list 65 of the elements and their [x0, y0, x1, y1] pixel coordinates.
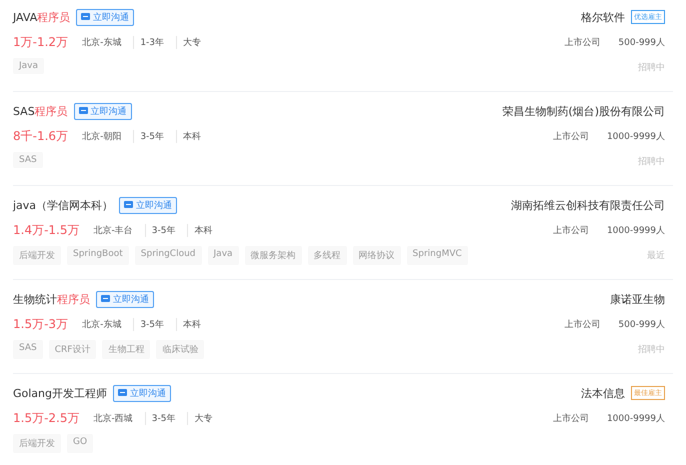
job-requirement: 本科: [176, 130, 208, 142]
job-requirement: 北京-东城: [82, 36, 122, 48]
job-status: 最近: [647, 250, 665, 263]
chat-icon: [118, 389, 128, 397]
job-requirement: 大专: [176, 36, 208, 48]
job-requirement: 北京-东城: [82, 318, 122, 330]
job-title[interactable]: SAS程序员: [13, 104, 68, 118]
job-title[interactable]: java（学信网本科）: [13, 198, 114, 212]
salary: 1.5万-3万: [13, 316, 68, 332]
salary: 1.4万-1.5万: [13, 222, 80, 238]
salary: 1万-1.2万: [13, 34, 68, 50]
company-info: 500-999人: [617, 318, 665, 330]
skill-tag: Java: [13, 58, 44, 74]
skill-tag: 临床试验: [156, 340, 204, 359]
company-name[interactable]: 湖南拓维云创科技有限责任公司: [511, 198, 665, 212]
job-requirement: 大专: [187, 412, 218, 424]
job-requirement: 3-5年: [144, 412, 182, 424]
job-title[interactable]: 生物统计程序员: [13, 292, 90, 306]
skill-tag: 生物工程: [102, 340, 150, 359]
skill-tag: Java: [208, 246, 239, 265]
skill-tag: 网络协议: [352, 246, 401, 265]
skill-tag: CRF设计: [48, 340, 96, 359]
company-info: 上市公司: [552, 130, 589, 142]
job-requirement: 3-5年: [133, 318, 170, 330]
skill-tag: SAS: [13, 152, 43, 168]
skill-tag: GO: [67, 434, 94, 453]
company-info: 上市公司: [552, 224, 589, 236]
chat-icon: [101, 295, 110, 303]
skill-tag: SAS: [13, 340, 43, 359]
skill-tag: 多线程: [308, 246, 347, 265]
job-status: 招聘中: [638, 156, 665, 169]
chat-icon: [124, 201, 134, 209]
skill-tag: 微服务架构: [244, 246, 302, 265]
job-requirement: 北京-丰台: [94, 224, 134, 236]
company-info: 1000-9999人: [606, 412, 665, 424]
salary: 8千-1.6万: [13, 128, 68, 144]
company-info: 上市公司: [552, 412, 589, 424]
company-name[interactable]: 格尔软件: [581, 10, 625, 24]
skill-tag: SpringCloud: [134, 246, 202, 265]
job-status: 招聘中: [638, 344, 665, 357]
skill-tag: SpringBoot: [67, 246, 129, 265]
job-requirement: 北京-西城: [94, 412, 134, 424]
company-info: 1000-9999人: [606, 224, 665, 236]
job-requirement: 本科: [176, 318, 208, 330]
company-name[interactable]: 康诺亚生物: [610, 292, 665, 306]
job-requirement: 3-5年: [144, 224, 182, 236]
chat-icon: [81, 13, 90, 21]
skill-tag: 后端开发: [13, 246, 61, 265]
job-title[interactable]: Golang开发工程师: [13, 386, 108, 400]
chat-icon: [78, 107, 88, 115]
job-requirement: 北京-朝阳: [82, 130, 122, 142]
job-title[interactable]: JAVA程序员: [13, 10, 70, 24]
job-requirement: 本科: [187, 224, 218, 236]
company-info: 上市公司: [563, 36, 600, 48]
company-info: 上市公司: [563, 318, 600, 330]
skill-tag: SpringMVC: [406, 246, 468, 265]
job-requirement: 1-3年: [133, 36, 170, 48]
company-name[interactable]: 法本信息: [581, 386, 625, 400]
salary: 1.5万-2.5万: [13, 410, 80, 426]
company-info: 1000-9999人: [606, 130, 665, 142]
company-info: 500-999人: [617, 36, 665, 48]
skill-tag: 后端开发: [13, 434, 61, 453]
company-name[interactable]: 荣昌生物制药(烟台)股份有限公司: [502, 104, 665, 118]
job-status: 招聘中: [638, 62, 665, 75]
job-requirement: 3-5年: [133, 130, 170, 142]
